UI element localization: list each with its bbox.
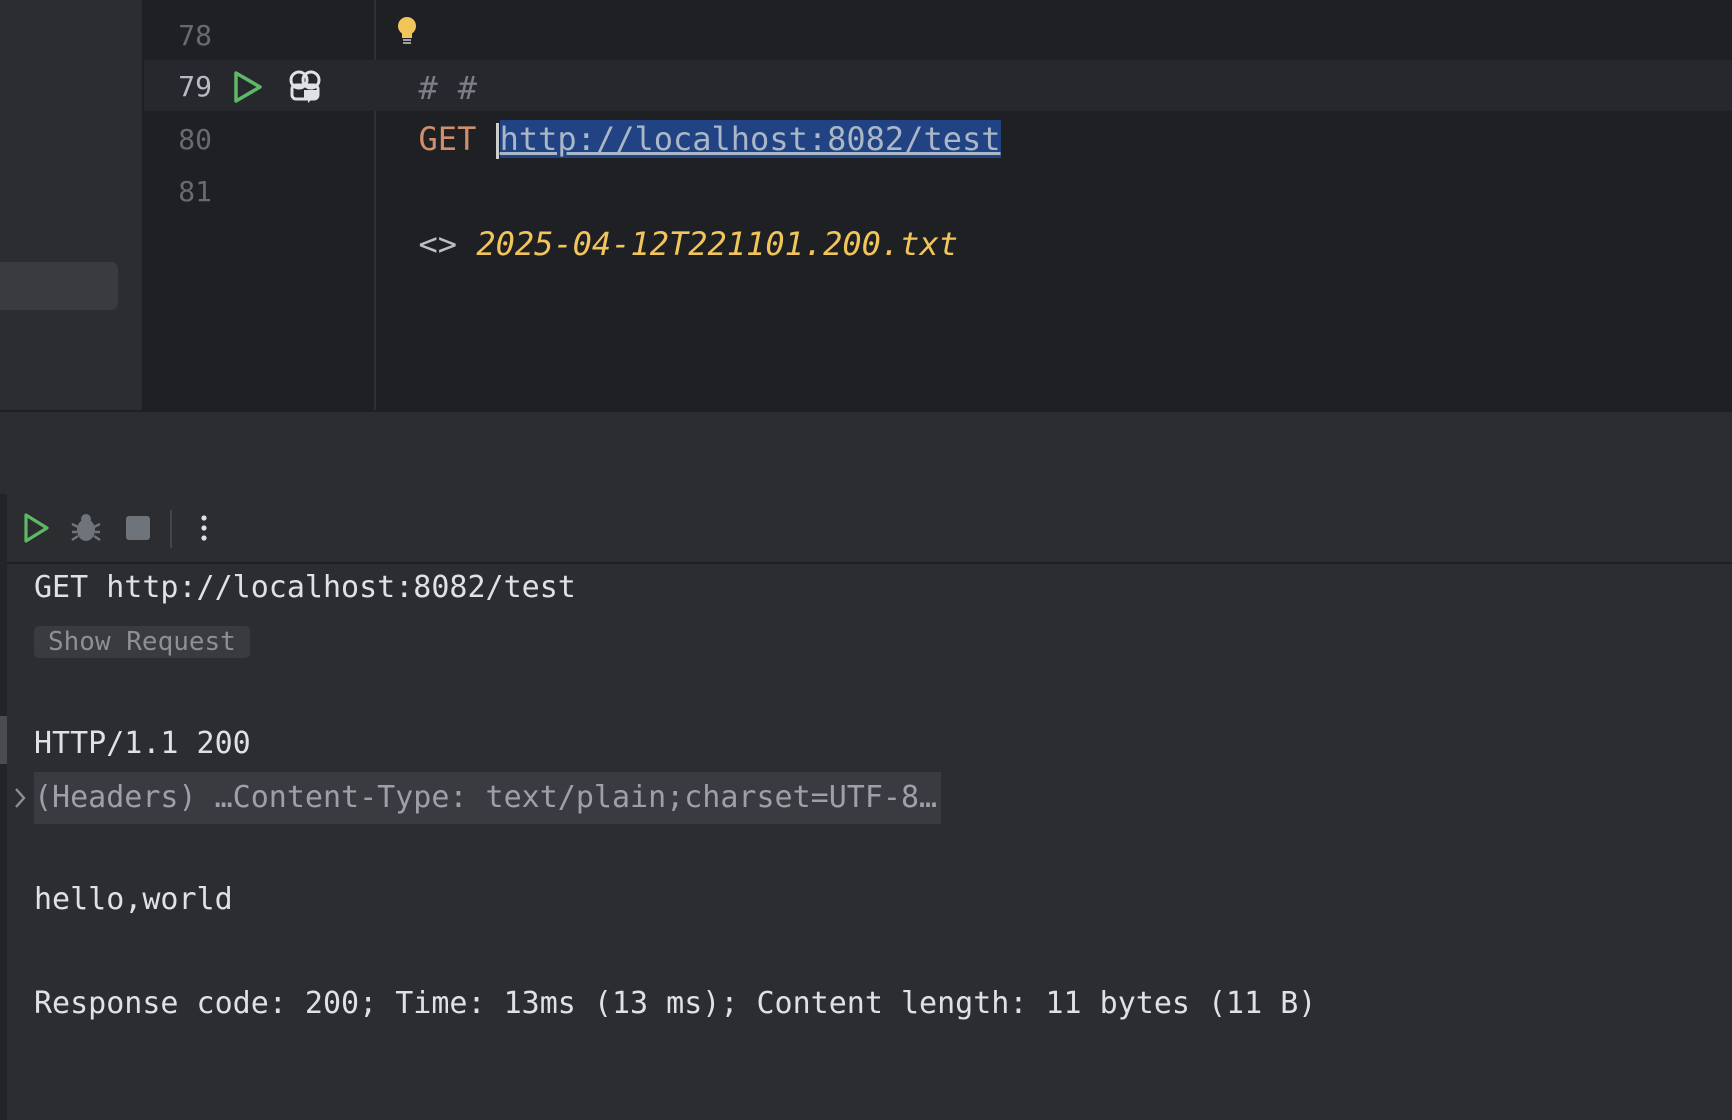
rerun-icon xyxy=(24,513,49,543)
text-caret xyxy=(495,123,499,159)
stop-icon xyxy=(126,516,150,540)
debug-icon xyxy=(71,514,101,542)
request-line: GET http://localhost:8082/test xyxy=(34,570,576,605)
line-number-80: 80 xyxy=(178,123,212,156)
response-file-link[interactable]: 2025-04-12T221101.200.txt xyxy=(476,225,958,263)
show-request-button[interactable]: Show Request xyxy=(34,626,250,658)
lightbulb-icon[interactable] xyxy=(396,16,418,46)
chevron-right-icon[interactable] xyxy=(12,784,28,812)
ai-assistant-icon[interactable] xyxy=(286,68,324,106)
request-url-selected[interactable]: http://localhost:8082/test xyxy=(499,120,1001,158)
status-line: HTTP/1.1 200 xyxy=(34,726,251,761)
left-tool-strip xyxy=(0,0,144,410)
response-body: hello,world xyxy=(34,882,233,917)
run-icon[interactable] xyxy=(232,70,264,104)
left-strip-item[interactable] xyxy=(0,262,118,310)
stop-button[interactable] xyxy=(120,508,156,548)
code-line-79[interactable]: GET http://localhost:8082/test xyxy=(380,61,1001,159)
line-number-79: 79 xyxy=(178,70,212,103)
debug-button[interactable] xyxy=(68,508,104,548)
toolbar-separator xyxy=(170,510,172,548)
panel-left-tab[interactable] xyxy=(0,716,7,764)
panel-left-border xyxy=(0,494,7,1120)
panel-split[interactable] xyxy=(0,410,1732,496)
http-method: GET xyxy=(418,120,477,158)
headers-collapsed-row[interactable]: (Headers) …Content-Type: text/plain;char… xyxy=(34,772,942,824)
code-line-81[interactable]: <> 2025-04-12T221101.200.txt xyxy=(380,166,958,263)
more-button[interactable] xyxy=(186,508,222,548)
code-line-78[interactable]: # # xyxy=(380,10,478,107)
response-summary: Response code: 200; Time: 13ms (13 ms); … xyxy=(34,986,1317,1021)
line-number-78: 78 xyxy=(178,19,212,52)
response-redirect-symbol: <> xyxy=(418,225,458,263)
rerun-button[interactable] xyxy=(18,508,54,548)
run-toolbar xyxy=(7,494,1732,564)
more-vertical-icon xyxy=(201,515,207,541)
line-number-81: 81 xyxy=(178,175,212,208)
